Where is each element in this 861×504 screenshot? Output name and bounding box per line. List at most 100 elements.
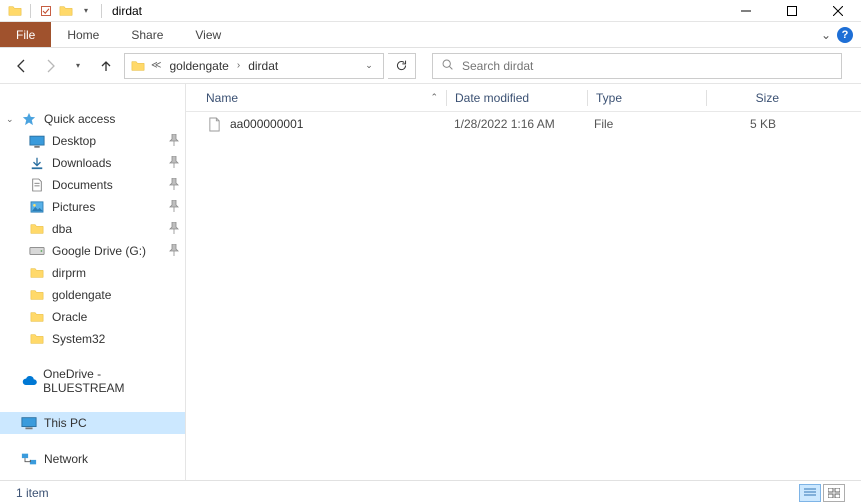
window-title: dirdat (112, 4, 142, 18)
address-bar[interactable]: ≪ goldengate › dirdat ⌄ (124, 53, 384, 79)
column-label: Name (206, 91, 238, 105)
folder-icon (28, 265, 46, 281)
tab-home[interactable]: Home (51, 22, 115, 47)
tab-file[interactable]: File (0, 22, 51, 47)
sidebar-item[interactable]: dba (0, 218, 185, 240)
file-name: aa000000001 (230, 117, 303, 131)
title-bar: ▾ dirdat (0, 0, 861, 22)
pin-icon (169, 222, 179, 237)
sidebar-item[interactable]: Downloads (0, 152, 185, 174)
desktop-icon (28, 133, 46, 149)
computer-icon (20, 415, 38, 431)
sidebar-item-label: System32 (52, 332, 105, 346)
refresh-button[interactable] (388, 53, 416, 79)
properties-icon[interactable] (37, 2, 55, 20)
item-count: 1 item (16, 486, 49, 500)
maximize-button[interactable] (769, 0, 815, 22)
cloud-icon (20, 373, 37, 389)
chevron-right-icon[interactable]: › (235, 60, 242, 71)
address-dropdown-button[interactable]: ⌄ (359, 54, 379, 78)
ribbon-tabs: File Home Share View ⌄ ? (0, 22, 861, 48)
documents-icon (28, 177, 46, 193)
file-size: 5 KB (704, 117, 784, 131)
sidebar-item[interactable]: System32 (0, 328, 185, 350)
thumbnails-view-button[interactable] (823, 484, 845, 502)
sidebar-this-pc[interactable]: This PC (0, 412, 185, 434)
folder-icon (129, 57, 147, 75)
help-icon[interactable]: ? (837, 27, 853, 43)
column-header-size[interactable]: Size (707, 91, 787, 105)
sidebar-item-label: Pictures (52, 200, 95, 214)
column-header-date[interactable]: Date modified (447, 91, 587, 105)
sidebar-quick-access[interactable]: ⌄ Quick access (0, 108, 185, 130)
up-button[interactable] (94, 54, 118, 78)
navigation-bar: ▾ ≪ goldengate › dirdat ⌄ (0, 48, 861, 84)
sidebar-item[interactable]: Desktop (0, 130, 185, 152)
column-headers: Name ⌃ Date modified Type Size (186, 84, 861, 112)
search-icon (441, 58, 454, 74)
breadcrumb[interactable]: dirdat (242, 54, 284, 78)
sidebar-onedrive[interactable]: OneDrive - BLUESTREAM (0, 364, 185, 398)
sidebar-item-label: Oracle (52, 310, 87, 324)
tab-share[interactable]: Share (115, 22, 179, 47)
sidebar-item-label: Google Drive (G:) (52, 244, 146, 258)
sidebar-item[interactable]: goldengate (0, 284, 185, 306)
window-controls (723, 0, 861, 22)
star-icon (20, 111, 38, 127)
search-input[interactable] (462, 59, 833, 73)
sidebar-item-label: dirprm (52, 266, 86, 280)
sidebar-item[interactable]: Oracle (0, 306, 185, 328)
recent-locations-button[interactable]: ▾ (66, 54, 90, 78)
chevron-down-icon[interactable]: ▾ (77, 2, 95, 20)
forward-button[interactable] (38, 54, 62, 78)
pin-icon (169, 156, 179, 171)
tab-view[interactable]: View (179, 22, 237, 47)
folder-icon (57, 2, 75, 20)
pin-icon (169, 134, 179, 149)
sidebar-item-label: goldengate (52, 288, 111, 302)
sidebar-item-label: Downloads (52, 156, 111, 170)
sidebar-item[interactable]: Pictures (0, 196, 185, 218)
close-button[interactable] (815, 0, 861, 22)
chevron-icon[interactable]: ≪ (149, 60, 163, 71)
sidebar-item-label: This PC (44, 416, 87, 430)
sidebar-network[interactable]: Network (0, 448, 185, 470)
back-button[interactable] (10, 54, 34, 78)
column-label: Date modified (455, 91, 529, 105)
column-label: Size (756, 91, 779, 105)
downloads-icon (28, 155, 46, 171)
separator (30, 4, 31, 18)
expand-icon[interactable]: ⌄ (6, 114, 14, 125)
sidebar-item-label: Desktop (52, 134, 96, 148)
sidebar-item[interactable]: Documents (0, 174, 185, 196)
folder-icon (28, 309, 46, 325)
folder-icon (28, 221, 46, 237)
pin-icon (169, 178, 179, 193)
file-type: File (586, 117, 704, 131)
file-date: 1/28/2022 1:16 AM (446, 117, 586, 131)
sidebar-item-label: Network (44, 452, 88, 466)
sidebar-item-label: Documents (52, 178, 113, 192)
pin-icon (169, 200, 179, 215)
status-bar: 1 item (0, 480, 861, 504)
sort-indicator-icon: ⌃ (430, 92, 438, 103)
column-label: Type (596, 91, 622, 105)
sidebar-item[interactable]: Google Drive (G:) (0, 240, 185, 262)
search-box[interactable] (432, 53, 842, 79)
file-icon (206, 116, 222, 132)
files-pane: Name ⌃ Date modified Type Size aa0000000… (186, 84, 861, 480)
content-area: ⌄ Quick access Desktop Downloads Documents… (0, 84, 861, 480)
file-list: aa000000001 1/28/2022 1:16 AMFile5 KB (186, 112, 861, 136)
quick-access-toolbar: ▾ (0, 2, 106, 20)
table-row[interactable]: aa000000001 1/28/2022 1:16 AMFile5 KB (186, 112, 861, 136)
breadcrumb[interactable]: goldengate (163, 54, 234, 78)
sidebar-item-label: Quick access (44, 112, 115, 126)
minimize-button[interactable] (723, 0, 769, 22)
sidebar-item-label: dba (52, 222, 72, 236)
column-header-name[interactable]: Name ⌃ (198, 91, 446, 105)
details-view-button[interactable] (799, 484, 821, 502)
drive-icon (28, 243, 46, 259)
expand-ribbon-icon[interactable]: ⌄ (821, 28, 831, 42)
column-header-type[interactable]: Type (588, 91, 706, 105)
sidebar-item[interactable]: dirprm (0, 262, 185, 284)
